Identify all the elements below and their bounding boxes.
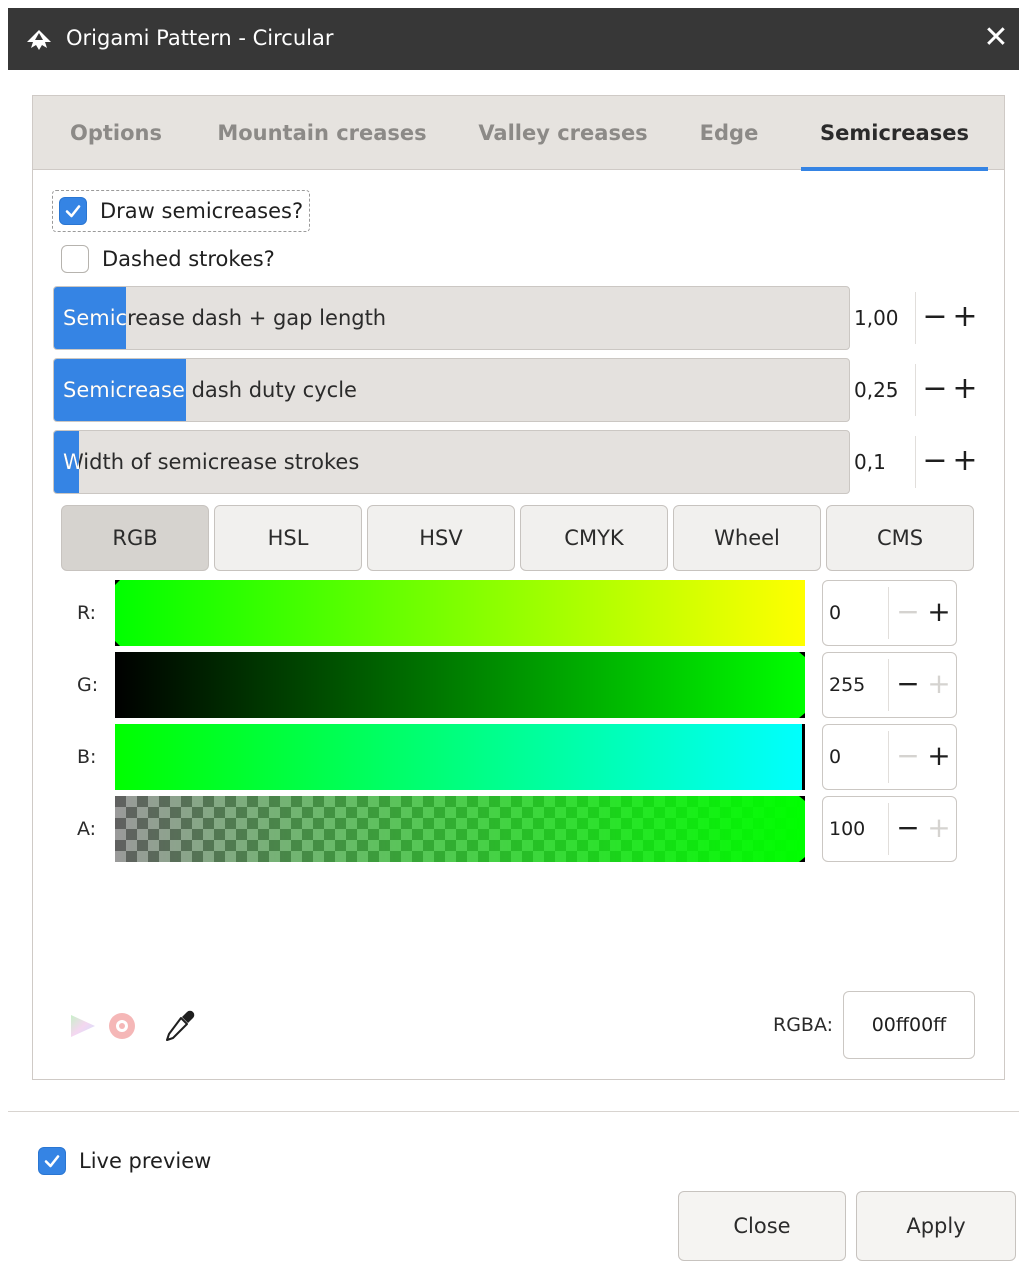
divider <box>888 659 889 711</box>
scale-label: Width of semicrease strokes <box>63 450 360 474</box>
decrement-button[interactable]: − <box>892 797 924 859</box>
divider <box>915 436 916 488</box>
scale-label-overlay: Semicrease dash + gap length <box>63 306 126 330</box>
dashed-strokes-label: Dashed strokes? <box>102 247 275 271</box>
spinner-value[interactable]: 0,1 <box>854 430 914 494</box>
increment-button[interactable]: + <box>923 725 955 787</box>
spinner-value[interactable]: 1,00 <box>854 286 914 350</box>
live-preview-checkbox[interactable]: Live preview <box>38 1141 211 1181</box>
window-title: Origami Pattern - Circular <box>66 26 334 50</box>
dash-duty-cycle-spinner: Semicrease dash duty cycle Semicrease da… <box>53 358 981 422</box>
color-managed-icon[interactable] <box>107 1011 137 1041</box>
red-channel-slider[interactable] <box>115 580 805 646</box>
draw-semicreases-label: Draw semicreases? <box>100 199 304 223</box>
increment-button[interactable]: + <box>923 797 955 859</box>
apply-button[interactable]: Apply <box>856 1191 1016 1261</box>
divider <box>888 803 889 855</box>
red-channel-entry: 0 − + <box>822 580 957 646</box>
color-mode-wheel[interactable]: Wheel <box>673 505 821 571</box>
blue-channel-slider[interactable] <box>115 724 805 790</box>
checkbox-unchecked <box>61 245 89 273</box>
dash-gap-length-scale[interactable]: Semicrease dash + gap length Semicrease … <box>53 286 850 350</box>
green-channel-label: G: <box>77 674 99 696</box>
rgba-input[interactable]: 00ff00ff <box>843 991 975 1059</box>
red-value[interactable]: 0 <box>829 581 841 645</box>
increment-button[interactable]: + <box>949 430 981 494</box>
close-window-icon[interactable]: ✕ <box>981 20 1011 56</box>
color-mode-cms[interactable]: CMS <box>826 505 974 571</box>
decrement-button[interactable]: − <box>919 430 951 494</box>
tab-mountain-creases[interactable]: Mountain creases <box>201 96 443 170</box>
scale-label-overlay: Semicrease dash duty cycle <box>63 378 186 402</box>
decrement-button[interactable]: − <box>919 358 951 422</box>
checkbox-checked <box>59 197 87 225</box>
close-button[interactable]: Close <box>678 1191 846 1261</box>
alpha-channel-slider[interactable] <box>115 796 805 862</box>
dash-duty-cycle-scale[interactable]: Semicrease dash duty cycle Semicrease da… <box>53 358 850 422</box>
tab-bar: Options Mountain creases Valley creases … <box>33 96 1004 171</box>
tab-options[interactable]: Options <box>45 96 187 170</box>
dash-gap-length-spinner: Semicrease dash + gap length Semicrease … <box>53 286 981 350</box>
gamut-triangle-icon[interactable] <box>69 1013 97 1039</box>
color-mode-tabs: RGB HSL HSV CMYK Wheel CMS <box>61 505 974 571</box>
decrement-button[interactable]: − <box>892 653 924 715</box>
increment-button[interactable]: + <box>949 286 981 350</box>
dialog-body: Options Mountain creases Valley creases … <box>8 70 1019 1268</box>
green-channel-entry: 255 − + <box>822 652 957 718</box>
eyedropper-icon[interactable] <box>161 1008 197 1044</box>
green-channel-slider[interactable] <box>115 652 805 718</box>
title-bar: Origami Pattern - Circular ✕ <box>8 8 1019 70</box>
rgba-label: RGBA: <box>773 1014 834 1036</box>
red-channel-label: R: <box>77 602 97 624</box>
green-value[interactable]: 255 <box>829 653 865 717</box>
tab-edge[interactable]: Edge <box>683 96 775 170</box>
draw-semicreases-checkbox[interactable]: Draw semicreases? <box>52 190 311 232</box>
divider <box>915 292 916 344</box>
checkmark-icon <box>65 205 81 218</box>
spinner-value[interactable]: 0,25 <box>854 358 914 422</box>
color-mode-cmyk[interactable]: CMYK <box>520 505 668 571</box>
scale-label-overlay: Width of semicrease strokes <box>63 431 79 493</box>
tab-valley-creases[interactable]: Valley creases <box>461 96 665 170</box>
alpha-channel-entry: 100 − + <box>822 796 957 862</box>
alpha-value[interactable]: 100 <box>829 797 865 861</box>
blue-channel-entry: 0 − + <box>822 724 957 790</box>
checkmark-icon <box>44 1155 60 1168</box>
increment-button[interactable]: + <box>949 358 981 422</box>
blue-channel-label: B: <box>77 746 97 768</box>
tab-semicreases[interactable]: Semicreases <box>801 96 988 171</box>
stroke-width-spinner: Width of semicrease strokes Width of sem… <box>53 430 981 494</box>
separator <box>8 1111 1019 1112</box>
color-tools <box>69 1006 197 1046</box>
checkbox-checked <box>38 1147 66 1175</box>
increment-button[interactable]: + <box>923 653 955 715</box>
decrement-button[interactable]: − <box>892 581 924 643</box>
color-mode-hsv[interactable]: HSV <box>367 505 515 571</box>
notebook: Options Mountain creases Valley creases … <box>32 95 1005 1080</box>
divider <box>888 731 889 783</box>
blue-value[interactable]: 0 <box>829 725 841 789</box>
decrement-button[interactable]: − <box>919 286 951 350</box>
live-preview-label: Live preview <box>79 1149 212 1173</box>
divider <box>915 364 916 416</box>
color-mode-rgb[interactable]: RGB <box>61 505 209 571</box>
divider <box>888 587 889 639</box>
inkscape-icon <box>27 30 51 50</box>
stroke-width-scale[interactable]: Width of semicrease strokes Width of sem… <box>53 430 850 494</box>
dashed-strokes-checkbox[interactable]: Dashed strokes? <box>61 239 275 279</box>
alpha-channel-label: A: <box>77 818 97 840</box>
increment-button[interactable]: + <box>923 581 955 643</box>
color-mode-hsl[interactable]: HSL <box>214 505 362 571</box>
decrement-button[interactable]: − <box>892 725 924 787</box>
